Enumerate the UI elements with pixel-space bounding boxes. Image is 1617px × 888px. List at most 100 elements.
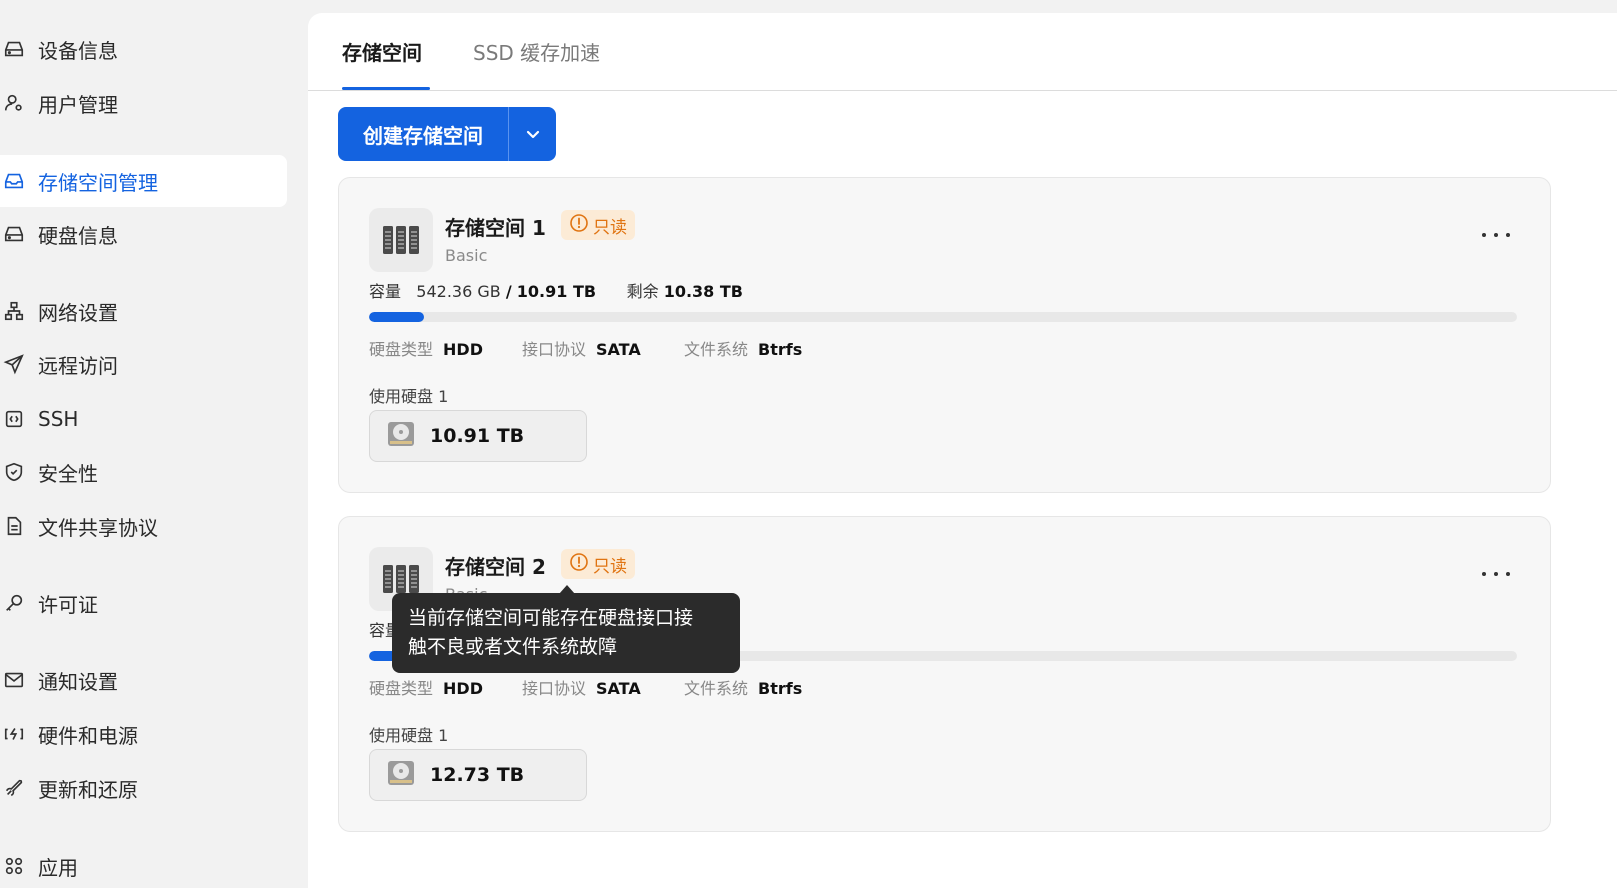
used-disks-label: 使用硬盘 1 [369,387,449,406]
sidebar-item-storage-management[interactable]: 存储空间管理 [0,155,287,207]
capacity-separator: / [505,282,512,301]
readonly-badge[interactable]: 只读 [561,549,635,579]
interface-label: 接口协议 [522,340,587,359]
capacity-row: 容量 542.36 GB / 10.91 TB 剩余 10.38 TB [369,278,743,302]
document-icon [2,514,26,538]
interface-value: SATA [596,679,641,698]
terminal-icon [2,407,26,431]
disk-capacity: 10.91 TB [430,425,525,447]
badge-label: 只读 [593,217,627,238]
sidebar-item-label: 硬件和电源 [38,723,138,748]
warning-icon [569,213,593,238]
sidebar-item-file-sharing[interactable]: 文件共享协议 [0,500,158,552]
usage-progress-bar [369,312,1517,322]
more-options-button[interactable] [1482,226,1510,244]
sidebar-item-label: 网络设置 [38,300,118,325]
interface-spec: 接口协议 SATA [522,675,641,699]
create-storage-dropdown[interactable] [509,107,556,161]
user-icon [2,91,26,115]
filesystem-value: Btrfs [758,340,803,359]
sidebar-item-device-info[interactable]: 设备信息 [0,23,118,75]
tab-ssd-cache[interactable]: SSD 缓存加速 [473,37,600,66]
usage-progress-fill [369,312,425,322]
network-icon [2,299,26,323]
disk-type-value: HDD [443,340,483,359]
more-options-button[interactable] [1482,565,1510,583]
key-icon [2,591,26,615]
filesystem-spec: 文件系统 Btrfs [684,336,802,360]
rocket-icon [2,776,26,800]
device-icon [2,37,26,61]
filesystem-spec: 文件系统 Btrfs [684,675,802,699]
sidebar-item-label: 远程访问 [38,353,118,378]
tooltip-line: 触不良或者文件系统故障 [408,636,618,658]
storage-pool-card: 存储空间 2 只读 Basic 容量 硬盘类型HDD 接口协议SATA 文件系统… [338,516,1551,832]
create-storage-button[interactable]: 创建存储空间 [338,107,508,161]
readonly-badge[interactable]: 只读 [561,210,635,240]
sidebar-item-update-restore[interactable]: 更新和还原 [0,762,138,814]
filesystem-label: 文件系统 [684,679,749,698]
mail-icon [2,668,26,692]
remaining-capacity: 10.38 TB [663,282,743,301]
sidebar-item-label: 文件共享协议 [38,515,158,540]
sidebar-item-label: 许可证 [38,592,98,617]
filesystem-label: 文件系统 [684,340,749,359]
sidebar-item-label: 应用 [38,855,78,880]
badge-label: 只读 [593,556,627,577]
used-capacity: 542.36 GB [416,282,501,301]
sidebar-item-label: 硬盘信息 [38,223,118,248]
warning-icon [569,552,593,577]
disk-capacity: 12.73 TB [430,764,525,786]
disk-type-label: 硬盘类型 [369,679,434,698]
apps-icon [2,854,26,878]
tab-bar: 存储空间 SSD 缓存加速 [308,13,1617,91]
sidebar-item-label: 用户管理 [38,92,118,117]
disk-type-spec: 硬盘类型 HDD [369,675,483,699]
hard-drive-icon [386,759,416,791]
disk-type-value: HDD [443,679,483,698]
used-disks-label: 使用硬盘 1 [369,726,449,745]
sidebar-item-ssh[interactable]: SSH [0,393,78,445]
sidebar-item-security[interactable]: 安全性 [0,446,98,498]
interface-label: 接口协议 [522,679,587,698]
main-panel: 存储空间 SSD 缓存加速 创建存储空间 存储空间 1 只读 Basic 容量 … [308,13,1617,888]
capacity-label: 容量 [369,282,402,301]
storage-icon [2,169,26,193]
sidebar: 设备信息 用户管理 存储空间管理 硬盘信息 网络设置 远程访问 SSH 安全性 … [0,0,300,888]
sidebar-item-label: 设备信息 [38,38,118,63]
pool-name: 存储空间 2 [445,555,546,579]
chevron-down-icon [526,125,540,144]
interface-value: SATA [596,340,641,359]
sidebar-item-license[interactable]: 许可证 [0,577,98,629]
sidebar-item-label: 通知设置 [38,669,118,694]
sidebar-item-apps[interactable]: 应用 [0,840,78,888]
filesystem-value: Btrfs [758,679,803,698]
total-capacity: 10.91 TB [516,282,597,301]
pool-name: 存储空间 1 [445,216,546,240]
remaining-label: 剩余 [626,282,659,301]
sidebar-item-network[interactable]: 网络设置 [0,285,118,337]
disk-chip[interactable]: 10.91 TB [369,410,587,462]
tab-storage[interactable]: 存储空间 [342,37,422,66]
sidebar-item-label: 安全性 [38,461,98,486]
tooltip-line: 当前存储空间可能存在硬盘接口接 [408,607,694,629]
sidebar-item-hardware-power[interactable]: 硬件和电源 [0,708,138,760]
readonly-tooltip: 当前存储空间可能存在硬盘接口接 触不良或者文件系统故障 [392,593,740,673]
sidebar-item-label: 存储空间管理 [38,170,158,195]
storage-pool-card: 存储空间 1 只读 Basic 容量 542.36 GB / 10.91 TB … [338,177,1551,493]
disk-type-spec: 硬盘类型 HDD [369,336,483,360]
hard-drive-icon [386,420,416,452]
create-storage-split-button: 创建存储空间 [338,107,556,161]
disk-chip[interactable]: 12.73 TB [369,749,587,801]
interface-spec: 接口协议 SATA [522,336,641,360]
pool-type: Basic [445,246,488,265]
shield-icon [2,460,26,484]
sidebar-item-disk-info[interactable]: 硬盘信息 [0,208,118,260]
sidebar-item-remote-access[interactable]: 远程访问 [0,338,118,390]
active-tab-indicator [342,87,430,90]
sidebar-item-label: 更新和还原 [38,777,138,802]
sidebar-item-label: SSH [38,407,79,431]
sidebar-item-user-management[interactable]: 用户管理 [0,77,118,129]
storage-pool-icon [369,208,433,272]
sidebar-item-notifications[interactable]: 通知设置 [0,654,118,706]
